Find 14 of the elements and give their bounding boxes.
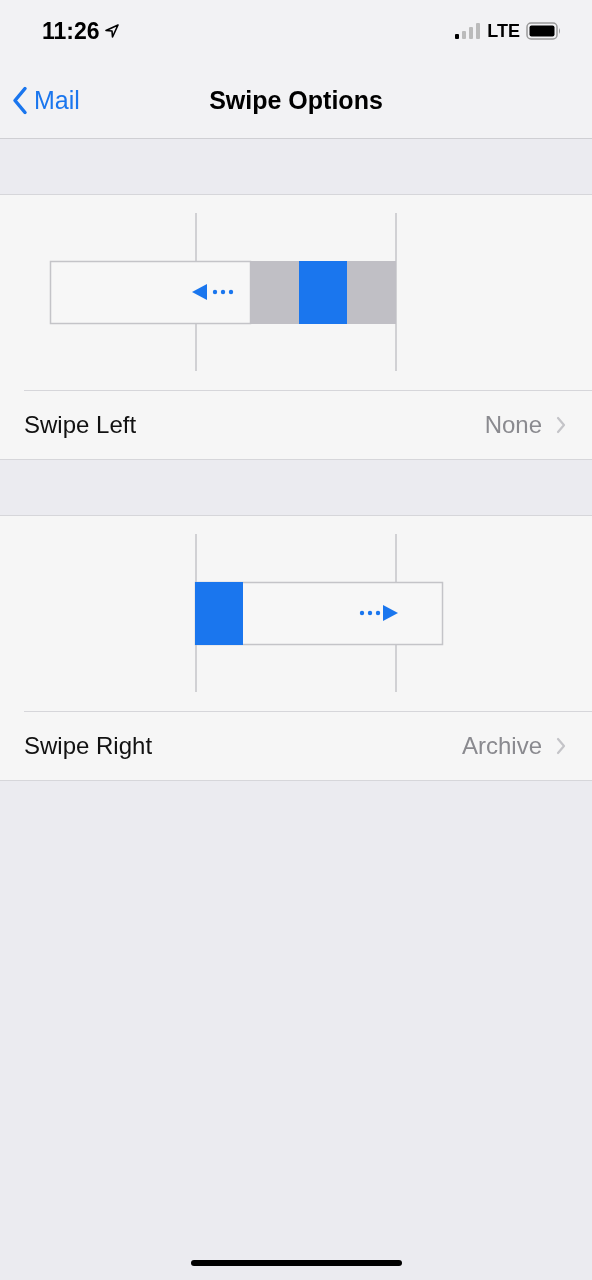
row-value: None xyxy=(484,411,542,439)
status-time: 11:26 xyxy=(42,17,100,45)
location-arrow-icon xyxy=(104,24,119,38)
chevron-right-icon xyxy=(556,737,566,755)
row-value: Archive xyxy=(461,732,542,760)
row-label: Swipe Left xyxy=(24,411,138,439)
network-label: LTE xyxy=(487,20,520,42)
battery-icon xyxy=(526,22,562,40)
back-chevron-icon xyxy=(12,86,28,114)
chevron-right-icon xyxy=(556,416,566,434)
row-label: Swipe Right xyxy=(24,732,154,760)
nav-title: Swipe Options xyxy=(209,85,383,115)
back-button[interactable]: Mail xyxy=(12,85,80,115)
signal-icon xyxy=(455,23,482,39)
